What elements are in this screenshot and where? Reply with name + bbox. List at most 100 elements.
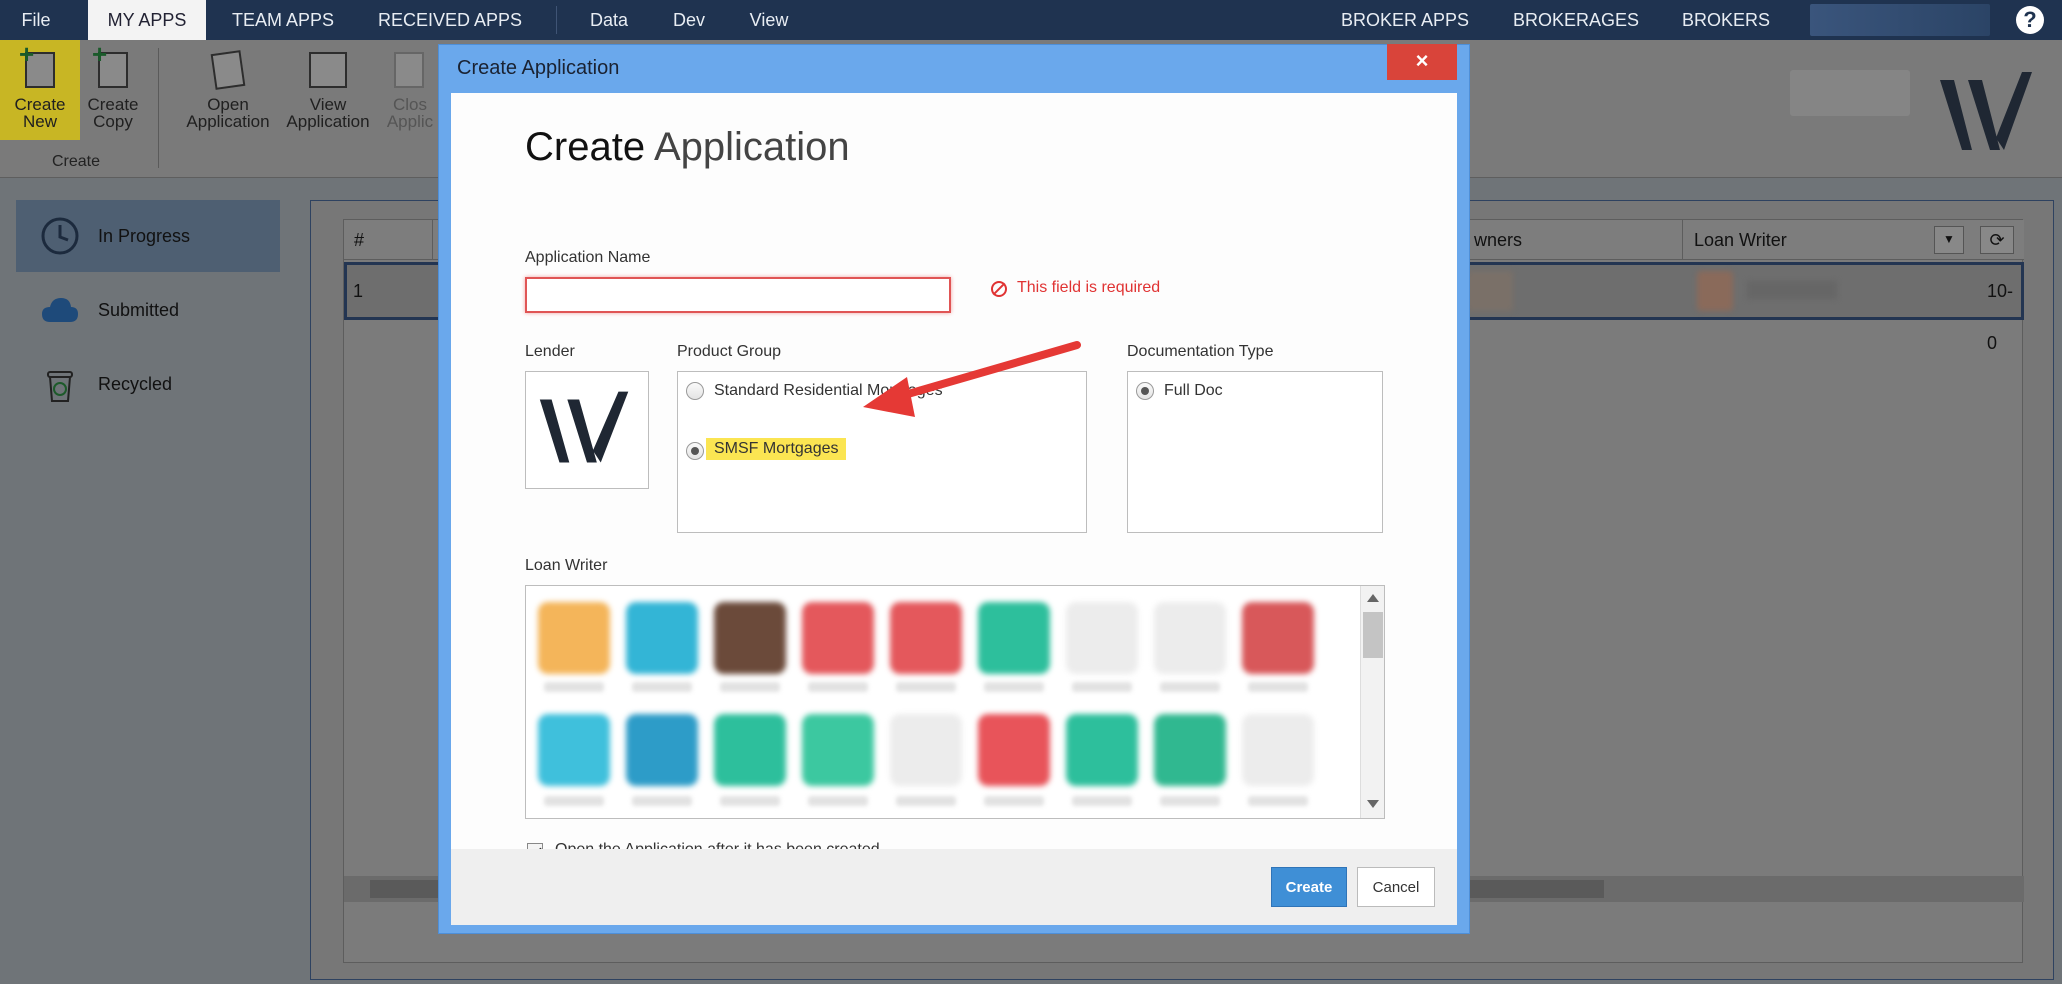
copy-document-icon: + [92, 41, 134, 90]
sidebar-item-recycled[interactable]: Recycled [16, 348, 280, 420]
sidebar-label: In Progress [98, 226, 191, 246]
dialog-body: Create Application Application Name This… [451, 93, 1457, 859]
lender-logo-icon [539, 391, 629, 463]
cancel-button[interactable]: Cancel [1357, 867, 1435, 907]
loan-writer-avatar[interactable] [538, 602, 610, 674]
radio-standard-residential[interactable] [686, 382, 704, 400]
loan-writer-avatar[interactable] [626, 602, 698, 674]
nav-view[interactable]: View [732, 0, 806, 40]
lender-selector[interactable] [525, 371, 649, 489]
product-group-option-selected[interactable]: SMSF Mortgages [706, 438, 847, 460]
dialog-titlebar: Create Application × [439, 44, 1469, 91]
loan-writer-avatar[interactable] [802, 714, 874, 786]
loan-writer-name-blurred [896, 682, 956, 692]
radio-smsf-mortgages[interactable] [686, 442, 704, 460]
create-copy-button[interactable]: + Create Copy [80, 40, 146, 140]
row-number: 1 [353, 281, 364, 301]
open-application-button[interactable]: Open Application [180, 40, 276, 140]
nav-dev[interactable]: Dev [660, 0, 718, 40]
scroll-up-icon[interactable] [1367, 594, 1379, 602]
sidebar-label: Recycled [98, 374, 173, 394]
loan-writer-avatar[interactable] [714, 714, 786, 786]
vertical-scrollbar[interactable] [1360, 586, 1384, 818]
loan-writer-avatar[interactable] [1242, 714, 1314, 786]
lender-label: Lender [525, 343, 575, 360]
brand-logo-icon [1940, 72, 2032, 150]
owner-avatar [1467, 271, 1513, 311]
loan-writer-label: Loan Writer [525, 557, 608, 574]
sidebar-item-in-progress[interactable]: In Progress [16, 200, 280, 272]
scrollbar-thumb[interactable] [1363, 612, 1383, 658]
loan-writer-name-blurred [984, 682, 1044, 692]
close-icon[interactable]: × [1387, 44, 1457, 80]
application-name-label: Application Name [525, 249, 651, 266]
loan-writer-avatar[interactable] [890, 714, 962, 786]
application-name-input[interactable] [525, 277, 951, 313]
nav-file[interactable]: File [0, 0, 72, 40]
loan-writer-avatar[interactable] [1154, 602, 1226, 674]
heading-light: Application [653, 125, 850, 169]
create-new-label: Create New [14, 95, 66, 131]
loan-writer-name-blurred [896, 796, 956, 806]
user-profile-blurred[interactable] [1810, 4, 1990, 36]
sidebar-item-submitted[interactable]: Submitted [16, 274, 280, 346]
nav-received-apps[interactable]: RECEIVED APPS [360, 0, 540, 40]
loan-writer-avatar[interactable] [1242, 602, 1314, 674]
loan-writer-avatar[interactable] [978, 602, 1050, 674]
loan-writer-name-blurred [1160, 796, 1220, 806]
close-document-icon [388, 50, 430, 90]
nav-data[interactable]: Data [572, 0, 646, 40]
top-nav: File MY APPS TEAM APPS RECEIVED APPS Dat… [0, 0, 2062, 40]
loan-writer-avatar[interactable] [802, 602, 874, 674]
clock-icon [41, 217, 79, 255]
loan-writer-name-blurred [1747, 281, 1837, 299]
create-button[interactable]: Create [1271, 867, 1347, 907]
broker-name-blurred [1790, 70, 1910, 116]
loan-writer-avatar [1697, 271, 1733, 311]
cloud-icon [42, 298, 78, 322]
loan-writer-avatar[interactable] [538, 714, 610, 786]
new-document-icon: + [19, 41, 61, 90]
nav-team-apps[interactable]: TEAM APPS [216, 0, 350, 40]
documentation-type-label: Documentation Type [1127, 343, 1274, 360]
view-application-label: View Application [286, 95, 370, 131]
loan-writer-avatar[interactable] [714, 602, 786, 674]
loan-writer-avatar[interactable] [1066, 714, 1138, 786]
column-loan-writer[interactable]: Loan Writer [1694, 220, 1787, 260]
loan-writer-name-blurred [1072, 796, 1132, 806]
loan-writer-name-blurred [1160, 682, 1220, 692]
loan-writer-avatar[interactable] [626, 714, 698, 786]
help-icon[interactable]: ? [2016, 6, 2044, 34]
column-number[interactable]: # [354, 220, 364, 260]
nav-brokerages[interactable]: BROKERAGES [1500, 0, 1652, 40]
scroll-down-icon[interactable] [1367, 800, 1379, 808]
loan-writer-name-blurred [984, 796, 1044, 806]
error-icon [991, 281, 1007, 297]
documentation-type-option[interactable]: Full Doc [1164, 382, 1223, 400]
refresh-icon[interactable]: ⟳ [1980, 226, 2014, 254]
loan-writer-avatar[interactable] [1154, 714, 1226, 786]
ribbon-group-create: Create [52, 153, 101, 170]
close-application-label: Clos Applic [386, 95, 434, 131]
product-group-option[interactable]: Standard Residential Mortgages [714, 382, 943, 400]
create-new-button[interactable]: + Create New [0, 40, 80, 140]
view-application-button[interactable]: View Application [280, 40, 376, 140]
column-owners[interactable]: wners [1474, 220, 1522, 260]
radio-full-doc[interactable] [1136, 382, 1154, 400]
column-divider [1682, 220, 1683, 260]
loan-writer-avatar[interactable] [890, 602, 962, 674]
loan-writer-name-blurred [808, 796, 868, 806]
create-application-dialog: Create Application × Create Application … [438, 44, 1470, 934]
nav-broker-apps[interactable]: BROKER APPS [1330, 0, 1480, 40]
nav-brokers[interactable]: BROKERS [1670, 0, 1782, 40]
loan-writer-avatar[interactable] [1066, 602, 1138, 674]
column-divider [432, 220, 433, 260]
recycle-bin-icon [47, 371, 73, 402]
product-group-list: Standard Residential Mortgages SMSF Mort… [677, 371, 1087, 533]
loan-writer-picker [525, 585, 1385, 819]
column-filter-dropdown[interactable]: ▼ [1934, 226, 1964, 254]
ribbon-divider [158, 48, 159, 168]
nav-my-apps[interactable]: MY APPS [88, 0, 206, 40]
loan-writer-avatar[interactable] [978, 714, 1050, 786]
close-application-button[interactable]: Clos Applic [380, 40, 438, 140]
